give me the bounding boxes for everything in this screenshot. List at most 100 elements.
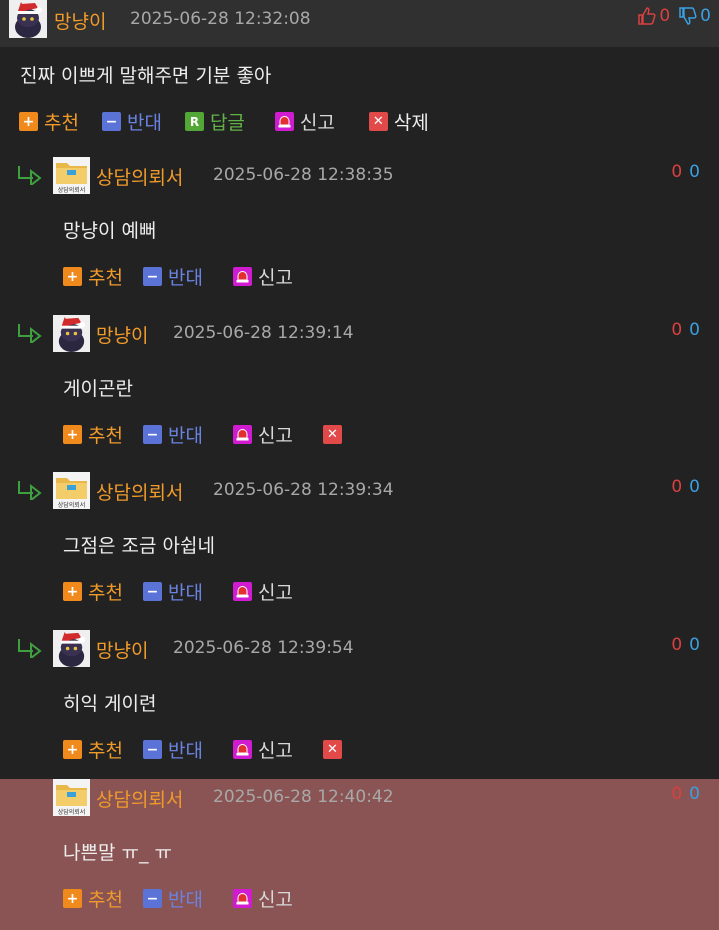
- report-button[interactable]: 신고: [232, 263, 293, 290]
- delete-x-icon: ✕: [322, 740, 342, 759]
- avatar-folder[interactable]: 상담의뢰서: [53, 472, 90, 509]
- reply-button[interactable]: R 답글: [184, 108, 245, 135]
- comment-item: 망냥이 2025-06-28 12:39:54 0 0 히익 게이련 + 추천 − 반대 신고 ✕: [0, 630, 719, 787]
- avatar-folder-caption: 상담의뢰서: [58, 808, 86, 816]
- comment-downvote-count[interactable]: 0: [689, 477, 700, 497]
- comment-downvote-count[interactable]: 0: [689, 162, 700, 182]
- recommend-button[interactable]: + 추천: [63, 263, 123, 290]
- comment-body: 나쁜말 ㅠ_ ㅠ: [63, 842, 172, 864]
- siren-icon: [232, 582, 252, 601]
- avatar-folder-caption: 상담의뢰서: [58, 501, 86, 509]
- post-downvote-count: 0: [700, 6, 711, 26]
- avatar-cat-santa[interactable]: [53, 630, 90, 667]
- comment-item: 상담의뢰서 상담의뢰서 2025-06-28 12:40:42 0 0 나쁜말 ㅠ_ ㅠ +…: [0, 779, 719, 930]
- minus-icon: −: [142, 267, 162, 286]
- report-button[interactable]: 신고: [232, 421, 293, 448]
- comment-votes: 00: [671, 477, 700, 497]
- comment-item: 상담의뢰서 상담의뢰서 2025-06-28 12:39:34 0 0 그점은 조금 아쉽…: [0, 472, 719, 629]
- avatar-cat-santa[interactable]: [9, 0, 47, 38]
- comment-actions: + 추천 − 반대 신고 ✕: [63, 736, 372, 763]
- oppose-button[interactable]: − 반대: [142, 578, 203, 605]
- avatar-folder-caption: 상담의뢰서: [58, 186, 86, 194]
- plus-icon: +: [63, 889, 82, 908]
- comment-downvote-count[interactable]: 0: [689, 320, 700, 340]
- report-button[interactable]: 신고: [232, 885, 293, 912]
- recommend-button[interactable]: + 추천: [63, 578, 123, 605]
- comment-upvote-count[interactable]: 0: [671, 320, 682, 340]
- recommend-label: 추천: [88, 582, 123, 604]
- comment-upvote-count[interactable]: 0: [671, 635, 682, 655]
- comment-actions: + 추천 − 반대 신고: [63, 885, 323, 912]
- post-actions: + 추천 − 반대 R 답글 신고 ✕ 삭제: [19, 108, 453, 135]
- comment-timestamp: 2025-06-28 12:39:34: [213, 480, 394, 500]
- comment-votes: 00: [671, 320, 700, 340]
- comment-body: 히익 게이련: [63, 693, 157, 715]
- recommend-label: 추천: [88, 889, 123, 911]
- delete-button[interactable]: ✕ 삭제: [368, 108, 429, 135]
- siren-icon: [232, 267, 252, 286]
- comment-downvote-count[interactable]: 0: [689, 784, 700, 804]
- post-body: 진짜 이쁘게 말해주면 기분 좋아: [20, 65, 272, 87]
- comment-downvote-count[interactable]: 0: [689, 635, 700, 655]
- post-timestamp: 2025-06-28 12:32:08: [130, 9, 311, 29]
- minus-icon: −: [142, 425, 162, 444]
- comment-upvote-count[interactable]: 0: [671, 784, 682, 804]
- oppose-button[interactable]: − 반대: [142, 421, 203, 448]
- reply-r-icon: R: [184, 112, 204, 131]
- comment-item: 상담의뢰서 상담의뢰서 2025-06-28 12:38:35 0 0 망냥이 예뻐 + 추천…: [0, 157, 719, 314]
- oppose-label: 반대: [126, 112, 162, 134]
- comment-upvote-count[interactable]: 0: [671, 477, 682, 497]
- recommend-label: 추천: [88, 425, 123, 447]
- oppose-label: 반대: [167, 267, 203, 289]
- recommend-button[interactable]: + 추천: [19, 108, 79, 135]
- comment-actions: + 추천 − 반대 신고: [63, 578, 323, 605]
- siren-icon: [232, 889, 252, 908]
- delete-button[interactable]: ✕: [322, 740, 348, 759]
- thumbs-down-icon[interactable]: [678, 6, 698, 26]
- siren-icon: [232, 740, 252, 759]
- minus-icon: −: [142, 889, 162, 908]
- recommend-button[interactable]: + 추천: [63, 736, 123, 763]
- oppose-button[interactable]: − 반대: [101, 108, 162, 135]
- plus-icon: +: [63, 425, 82, 444]
- comment-votes: 00: [671, 162, 700, 182]
- report-button[interactable]: 신고: [274, 108, 335, 135]
- report-label: 신고: [257, 889, 293, 911]
- thumbs-up-icon[interactable]: [637, 6, 657, 26]
- oppose-label: 반대: [167, 889, 203, 911]
- minus-icon: −: [142, 582, 162, 601]
- recommend-button[interactable]: + 추천: [63, 421, 123, 448]
- comment-timestamp: 2025-06-28 12:39:54: [173, 638, 354, 658]
- post-upvote-count: 0: [659, 6, 671, 26]
- report-label: 신고: [257, 582, 293, 604]
- post-author[interactable]: 망냥이: [54, 7, 106, 34]
- oppose-button[interactable]: − 반대: [142, 885, 203, 912]
- oppose-button[interactable]: − 반대: [142, 263, 203, 290]
- recommend-label: 추천: [44, 112, 79, 134]
- avatar-folder[interactable]: 상담의뢰서: [53, 779, 90, 816]
- comment-upvote-count[interactable]: 0: [671, 162, 682, 182]
- comment-author[interactable]: 상담의뢰서: [96, 478, 183, 505]
- comment-actions: + 추천 − 반대 신고 ✕: [63, 421, 372, 448]
- delete-x-icon: ✕: [368, 112, 388, 131]
- comment-author[interactable]: 망냥이: [96, 321, 148, 348]
- oppose-label: 반대: [167, 740, 203, 762]
- avatar-cat-santa[interactable]: [53, 315, 90, 352]
- recommend-button[interactable]: + 추천: [63, 885, 123, 912]
- reply-arrow-icon: [18, 324, 42, 343]
- comment-author[interactable]: 상담의뢰서: [96, 785, 183, 812]
- oppose-label: 반대: [167, 425, 203, 447]
- report-button[interactable]: 신고: [232, 578, 293, 605]
- avatar-folder[interactable]: 상담의뢰서: [53, 157, 90, 194]
- comment-author[interactable]: 상담의뢰서: [96, 163, 183, 190]
- recommend-label: 추천: [88, 267, 123, 289]
- reply-arrow-icon: [18, 481, 42, 500]
- reply-label: 답글: [209, 112, 245, 134]
- recommend-label: 추천: [88, 740, 123, 762]
- comment-author[interactable]: 망냥이: [96, 636, 148, 663]
- comment-votes: 00: [671, 635, 700, 655]
- oppose-button[interactable]: − 반대: [142, 736, 203, 763]
- delete-button[interactable]: ✕: [322, 425, 348, 444]
- post-votes: 0 0: [637, 6, 711, 26]
- report-button[interactable]: 신고: [232, 736, 293, 763]
